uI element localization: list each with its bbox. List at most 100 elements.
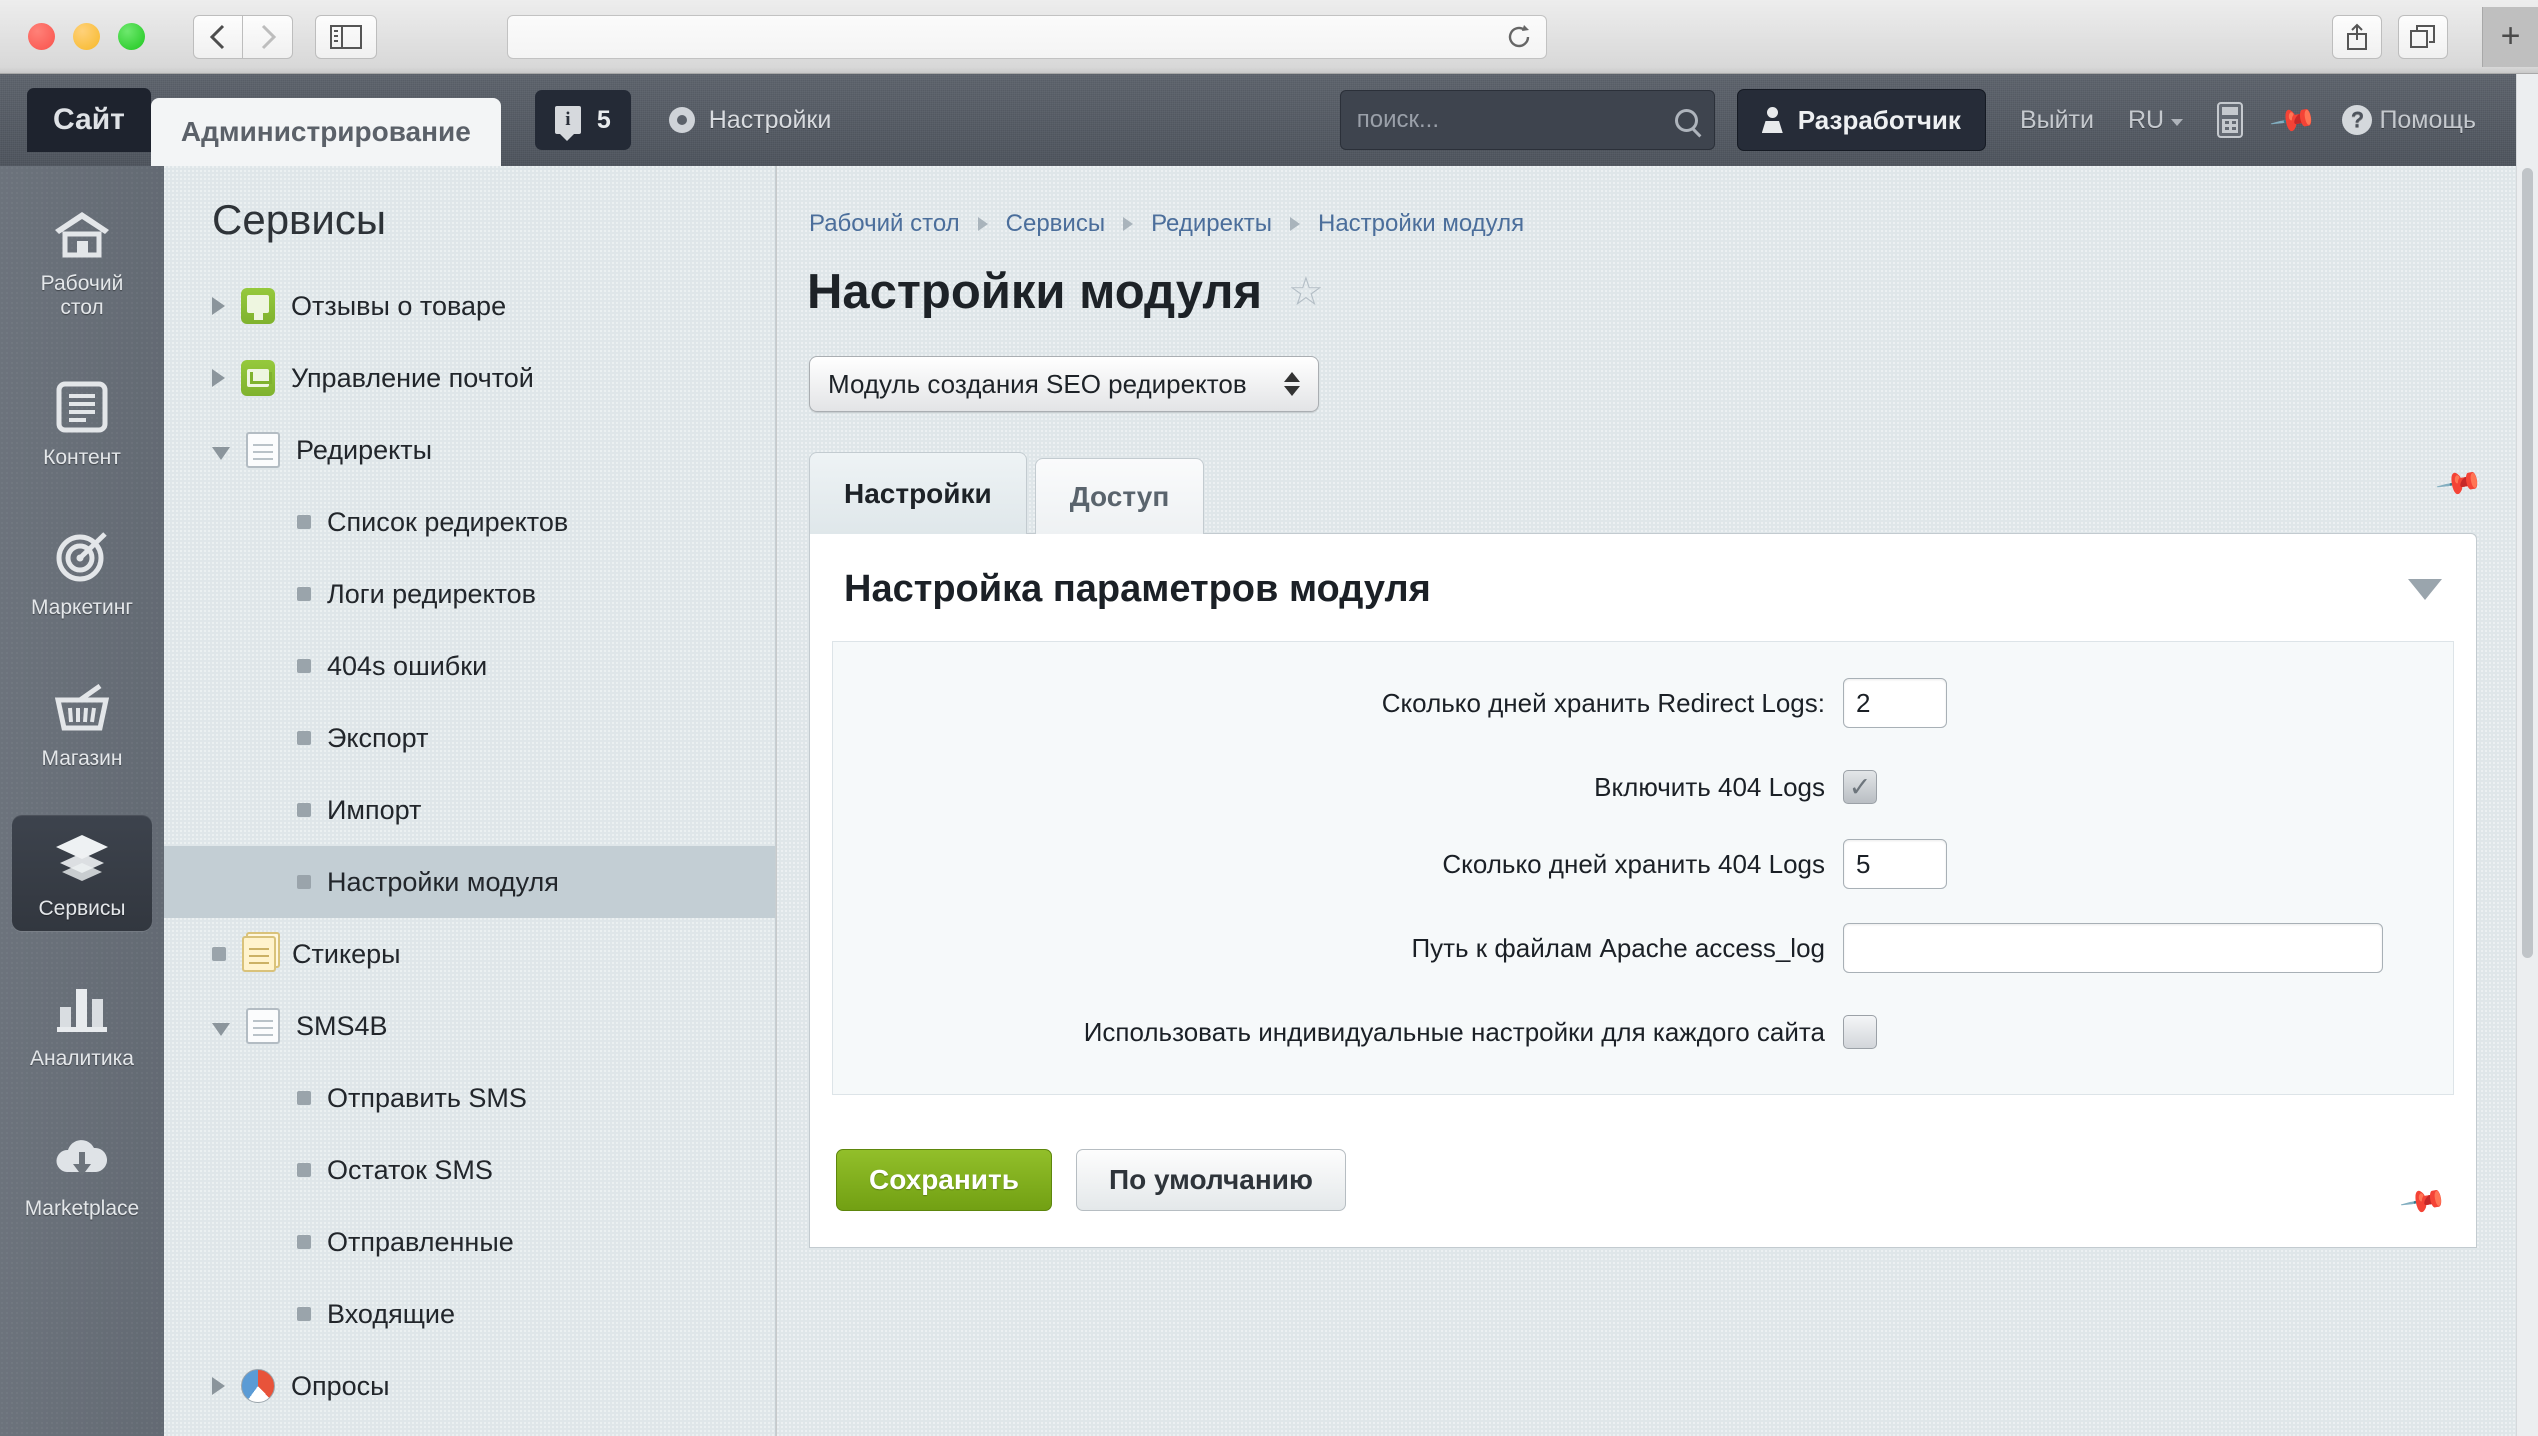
menu-item[interactable]: Стикеры <box>164 918 775 990</box>
menu-item[interactable]: Отзывы о товаре <box>164 270 775 342</box>
save-button[interactable]: Сохранить <box>836 1149 1052 1211</box>
menu-item[interactable]: Входящие <box>164 1278 775 1350</box>
rail-item-analytics[interactable]: Аналитика <box>12 965 152 1081</box>
twisty-expanded-icon[interactable] <box>212 447 230 460</box>
menu-item-label: Отзывы о товаре <box>291 291 506 322</box>
module-select[interactable]: Модуль создания SEO редиректов <box>809 356 1319 412</box>
breadcrumb-separator-icon <box>978 217 988 231</box>
twisty-expanded-icon[interactable] <box>212 1023 230 1036</box>
doc-icon <box>246 432 280 468</box>
site-button[interactable]: Сайт <box>27 88 151 152</box>
field-row-access-log-path: Путь к файлам Apache access_log <box>833 923 2453 973</box>
rail-item-marketing[interactable]: Маркетинг <box>12 514 152 630</box>
menu-item[interactable]: Редиректы <box>164 414 775 486</box>
twisty-collapsed-icon[interactable] <box>212 297 225 315</box>
admin-header: Сайт Администрирование i 5 Настройки Раз… <box>0 74 2516 166</box>
menu-item[interactable]: Управление почтой <box>164 342 775 414</box>
menu-item-label: Управление почтой <box>291 363 534 394</box>
rail-item-shop[interactable]: Магазин <box>12 665 152 781</box>
twisty-collapsed-icon[interactable] <box>212 369 225 387</box>
star-outline-icon[interactable]: ☆ <box>1288 269 1324 315</box>
per-site-settings-checkbox[interactable] <box>1843 1015 1877 1049</box>
logout-link[interactable]: Выйти <box>2020 106 2094 135</box>
chevron-down-icon[interactable] <box>2408 579 2442 600</box>
twisty-collapsed-icon[interactable] <box>212 1377 225 1395</box>
menu-item[interactable]: Опросы <box>164 1350 775 1422</box>
breadcrumb-item[interactable]: Рабочий стол <box>809 210 960 238</box>
calculator-icon[interactable] <box>2217 102 2243 138</box>
breadcrumb-item[interactable]: Настройки модуля <box>1318 210 1524 238</box>
menu-item[interactable]: Логи редиректов <box>164 558 775 630</box>
language-switcher[interactable]: RU <box>2128 106 2183 135</box>
sidebar-toggle-button[interactable] <box>315 15 377 59</box>
notifications-button[interactable]: i 5 <box>535 90 631 150</box>
header-settings-link[interactable]: Настройки <box>669 106 832 135</box>
tab-settings[interactable]: Настройки <box>809 452 1027 534</box>
rail-item-label: Аналитика <box>30 1047 134 1071</box>
address-bar[interactable] <box>507 15 1547 59</box>
share-icon <box>2344 22 2370 52</box>
rail-item-marketplace[interactable]: Marketplace <box>12 1115 152 1231</box>
menu-item[interactable]: SMS4B <box>164 990 775 1062</box>
menu-item-label: Логи редиректов <box>327 579 536 610</box>
breadcrumb-item[interactable]: Сервисы <box>1006 210 1105 238</box>
window-controls[interactable] <box>28 23 145 50</box>
rail-item-content[interactable]: Контент <box>12 364 152 480</box>
apache-access-log-path-input[interactable] <box>1843 923 2383 973</box>
menu-item[interactable]: Остаток SMS <box>164 1134 775 1206</box>
rail-item-label: Marketplace <box>25 1197 139 1221</box>
green-screen-icon <box>241 288 275 324</box>
back-button[interactable] <box>193 15 243 59</box>
enable-404-logs-checkbox[interactable]: ✓ <box>1843 770 1877 804</box>
bullet-icon <box>297 1091 311 1105</box>
menu-item-label: Входящие <box>327 1299 455 1330</box>
minimize-window-button[interactable] <box>73 23 100 50</box>
user-button[interactable]: Разработчик <box>1737 89 1986 151</box>
search-icon <box>1675 109 1698 132</box>
services-menu: Сервисы Отзывы о товареУправление почтой… <box>164 166 776 1436</box>
admin-tab[interactable]: Администрирование <box>151 98 501 166</box>
rail-item-label: Сервисы <box>38 897 125 921</box>
info-icon: i <box>555 106 581 134</box>
rail-item-services[interactable]: Сервисы <box>12 815 152 931</box>
field-row-per-site-settings: Использовать индивидуальные настройки дл… <box>833 1007 2453 1050</box>
header-search[interactable] <box>1340 90 1715 150</box>
tab-access[interactable]: Доступ <box>1035 458 1205 534</box>
help-label: Помощь <box>2379 106 2476 135</box>
left-rail: Рабочий стол Контент Маркетинг <box>0 166 164 1436</box>
forward-button[interactable] <box>243 15 293 59</box>
close-window-button[interactable] <box>28 23 55 50</box>
redirect-logs-days-input[interactable]: 2 <box>1843 678 1947 728</box>
menu-item[interactable]: 404s ошибки <box>164 630 775 702</box>
menu-item-label: Редиректы <box>296 435 432 466</box>
show-tabs-button[interactable] <box>2398 15 2448 59</box>
menu-item[interactable]: Отправить SMS <box>164 1062 775 1134</box>
menu-item[interactable]: Импорт <box>164 774 775 846</box>
menu-item[interactable]: Список редиректов <box>164 486 775 558</box>
logout-label: Выйти <box>2020 106 2094 135</box>
page-scrollbar-track[interactable] <box>2516 74 2538 1436</box>
language-label: RU <box>2128 106 2164 135</box>
maximize-window-button[interactable] <box>118 23 145 50</box>
logs-404-days-input[interactable]: 5 <box>1843 839 1947 889</box>
bullet-icon <box>297 1163 311 1177</box>
new-tab-button[interactable]: + <box>2482 7 2538 67</box>
reset-default-button[interactable]: По умолчанию <box>1076 1149 1346 1211</box>
help-link[interactable]: ? Помощь <box>2342 105 2476 135</box>
rail-item-desktop[interactable]: Рабочий стол <box>12 190 152 330</box>
share-button[interactable] <box>2332 15 2382 59</box>
page-scrollbar-thumb[interactable] <box>2522 168 2533 958</box>
new-tab-label: + <box>2501 17 2521 56</box>
menu-item[interactable]: Экспорт <box>164 702 775 774</box>
cloud-download-icon <box>51 1129 113 1187</box>
menu-item[interactable]: Отправленные <box>164 1206 775 1278</box>
menu-item[interactable]: Настройки модуля <box>164 846 775 918</box>
reload-icon[interactable] <box>1506 23 1532 51</box>
notifications-count: 5 <box>597 106 611 135</box>
page-title: Настройки модуля <box>807 264 1262 320</box>
bullet-icon <box>212 947 226 961</box>
pin-icon[interactable]: 📌 <box>2268 95 2319 145</box>
breadcrumb-item[interactable]: Редиректы <box>1151 210 1272 238</box>
menu-item-label: Опросы <box>291 1371 390 1402</box>
search-input[interactable] <box>1357 106 1675 134</box>
